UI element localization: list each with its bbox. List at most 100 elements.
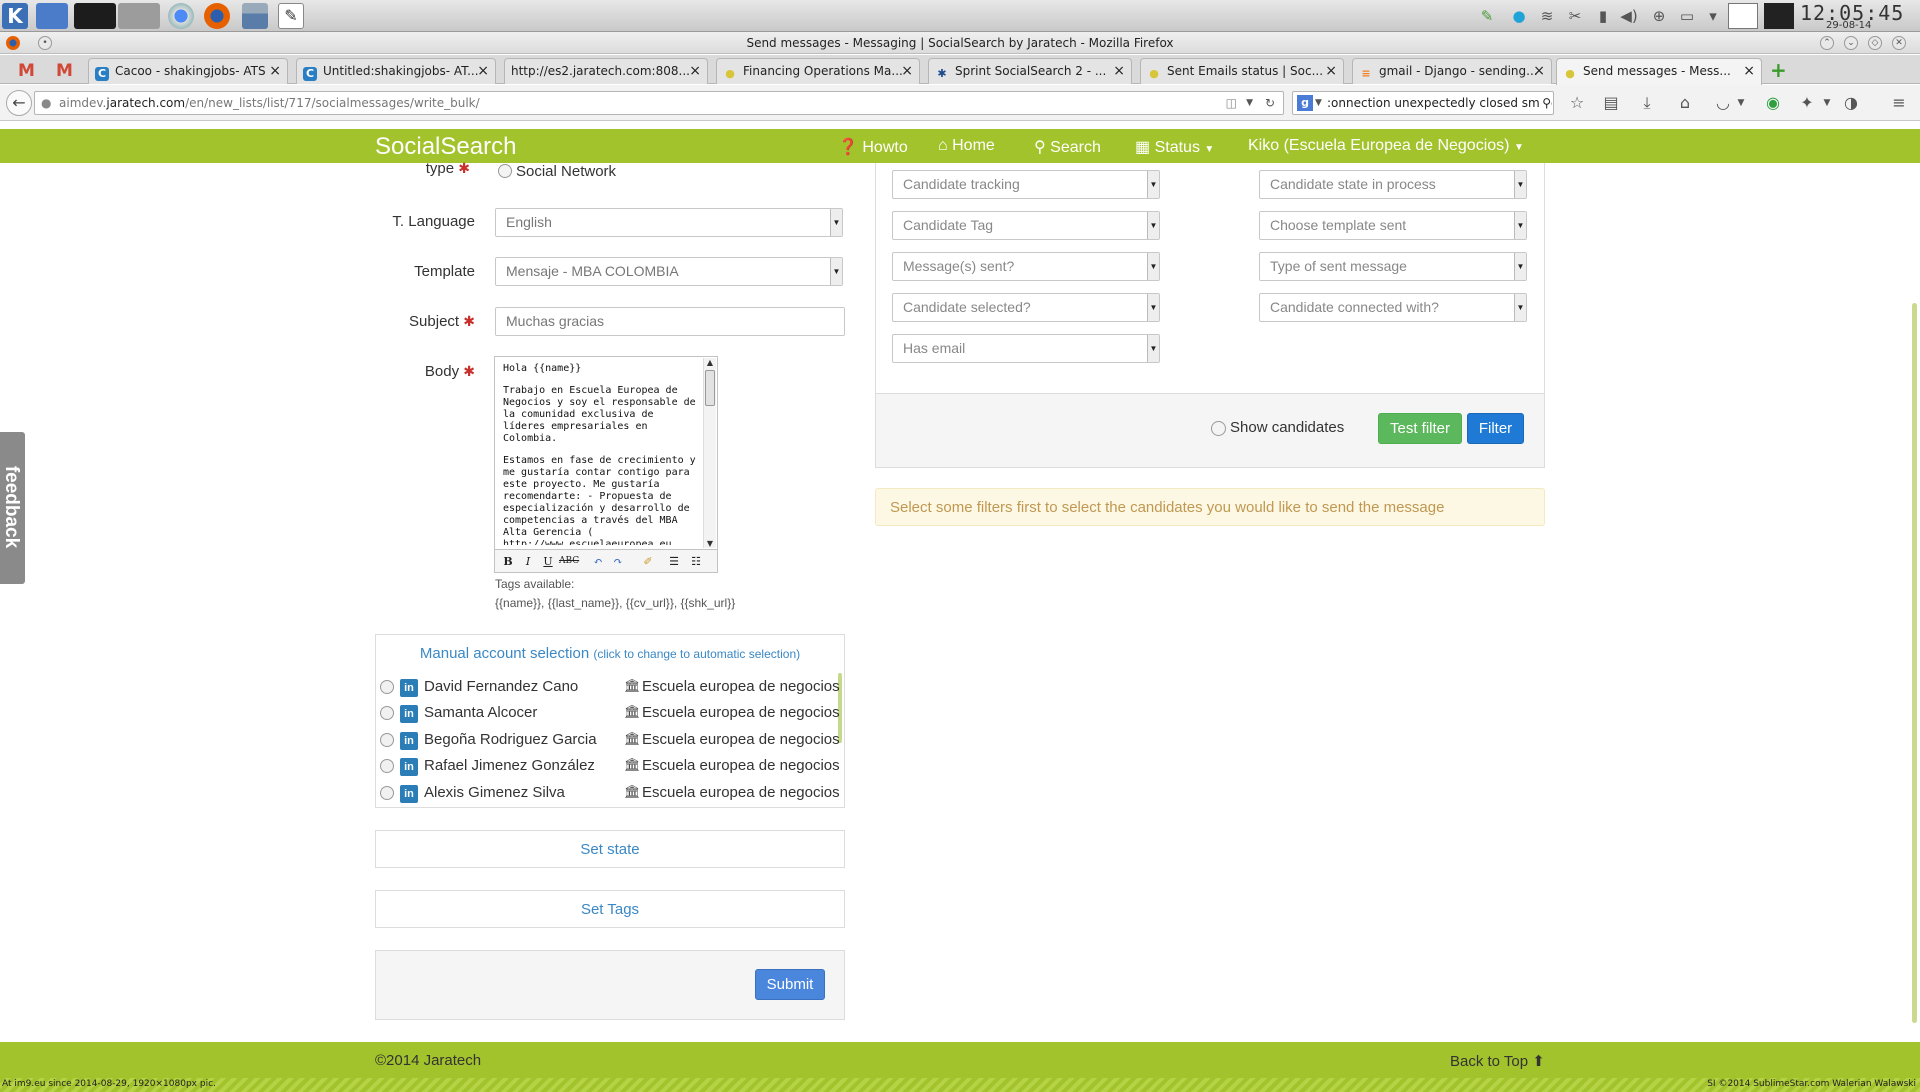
gmail-pinned-tab-2[interactable]: M: [56, 61, 73, 81]
desktop-icon[interactable]: [36, 3, 68, 29]
skype-icon[interactable]: ●: [1510, 7, 1528, 25]
account-checkbox[interactable]: [380, 786, 394, 800]
messages-sent-select[interactable]: Message(s) sent? ▼: [892, 252, 1160, 281]
account-checkbox[interactable]: [380, 733, 394, 747]
template-select[interactable]: Mensaje - MBA COLOMBIA ▼: [495, 257, 843, 286]
account-checkbox[interactable]: [380, 759, 394, 773]
reader-icon[interactable]: ◫: [1226, 92, 1237, 114]
downloads-icon[interactable]: ⤓: [1636, 93, 1658, 113]
body-textarea[interactable]: Hola {{name}} Trabajo en Escuela Europea…: [503, 363, 699, 545]
clear-format-icon[interactable]: ✐: [639, 553, 657, 570]
candidate-selected-select[interactable]: Candidate selected? ▼: [892, 293, 1160, 322]
chromium-icon[interactable]: [168, 3, 194, 29]
search-bar[interactable]: g ▼ :onnection unexpectedly closed smtp …: [1292, 91, 1554, 115]
underline-icon[interactable]: U: [539, 553, 557, 570]
sent-message-type-select[interactable]: Type of sent message ▼: [1259, 252, 1527, 281]
scroll-thumb[interactable]: [705, 370, 715, 406]
gmail-pinned-tab-1[interactable]: M: [18, 61, 35, 81]
set-state-panel[interactable]: Set state: [375, 830, 845, 868]
clipboard-icon[interactable]: ✂: [1566, 7, 1584, 25]
pen-icon[interactable]: ✎: [1478, 7, 1496, 25]
tab-close-icon[interactable]: ×: [269, 59, 281, 83]
nav-status[interactable]: ▦ Status ▼: [1135, 137, 1214, 157]
template-sent-select[interactable]: Choose template sent ▼: [1259, 211, 1527, 240]
page-scrollbar[interactable]: [1908, 163, 1920, 1041]
candidate-connected-select[interactable]: Candidate connected with? ▼: [1259, 293, 1527, 322]
tab-close-icon[interactable]: ×: [689, 59, 701, 83]
tab-close-icon[interactable]: ×: [1533, 59, 1545, 83]
type-social-network-radio[interactable]: [498, 164, 512, 178]
bold-icon[interactable]: B: [499, 553, 517, 570]
menu-icon[interactable]: ≡: [1888, 93, 1910, 113]
url-bar[interactable]: ● aimdev.jaratech.com/en/new_lists/list/…: [34, 91, 1284, 115]
account-checkbox[interactable]: [380, 680, 394, 694]
addon-green-icon[interactable]: ◉: [1762, 93, 1784, 113]
nav-user-menu[interactable]: Kiko (Escuela Europea de Negocios) ▼: [1248, 137, 1524, 155]
url-dropdown-icon[interactable]: ▼: [1246, 92, 1253, 114]
nav-search[interactable]: ⚲ Search: [1034, 137, 1101, 157]
search-engine-dropdown-icon[interactable]: ▼: [1315, 92, 1322, 114]
account-row[interactable]: in Rafael Jimenez González 🏛 Escuela eur…: [380, 755, 840, 779]
window-maximize-button[interactable]: ◇: [1868, 36, 1882, 50]
addon-gray-icon[interactable]: ✦: [1796, 93, 1818, 113]
bullet-list-icon[interactable]: ☰: [665, 553, 683, 570]
page-scroll-thumb[interactable]: [1912, 303, 1917, 1023]
tab-close-icon[interactable]: ×: [477, 59, 489, 83]
candidate-state-select[interactable]: Candidate state in process ▼: [1259, 170, 1527, 199]
filter-button[interactable]: Filter: [1467, 413, 1524, 444]
candidate-tag-select[interactable]: Candidate Tag ▼: [892, 211, 1160, 240]
numbered-list-icon[interactable]: ☷: [687, 553, 705, 570]
tab-es2[interactable]: http://es2.jaratech.com:808... ×: [504, 58, 708, 84]
file-manager-icon[interactable]: [242, 3, 268, 29]
nav-home[interactable]: ⌂ Home: [938, 137, 995, 155]
body-scrollbar[interactable]: ▲ ▼: [703, 358, 716, 548]
tab-sprint[interactable]: ✱ Sprint SocialSearch 2 - ... ×: [928, 58, 1132, 84]
firefox-icon[interactable]: [204, 3, 230, 29]
tab-cacoo[interactable]: C Cacoo - shakingjobs- ATS ×: [88, 58, 288, 84]
body-editor[interactable]: Hola {{name}} Trabajo en Escuela Europea…: [494, 356, 718, 550]
bookmark-star-icon[interactable]: ☆: [1566, 93, 1588, 113]
kde-menu-icon[interactable]: K: [2, 3, 28, 29]
phone-icon[interactable]: ▮: [1594, 7, 1612, 25]
show-candidates-checkbox[interactable]: [1211, 421, 1226, 436]
tab-close-icon[interactable]: ×: [1743, 59, 1755, 83]
tab-close-icon[interactable]: ×: [901, 59, 913, 83]
tab-send-messages[interactable]: ● Send messages - Mess... ×: [1556, 58, 1762, 85]
strikethrough-icon[interactable]: ABC: [559, 553, 579, 570]
language-select[interactable]: English ▼: [495, 208, 843, 237]
account-row[interactable]: in David Fernandez Cano 🏛 Escuela europe…: [380, 676, 840, 700]
addon-dropdown-icon[interactable]: ▼: [1816, 93, 1838, 113]
network-icon[interactable]: ⊕: [1650, 7, 1668, 25]
pager-desktop-2-icon[interactable]: [118, 3, 160, 29]
nav-howto[interactable]: ❓ Howto: [838, 137, 908, 157]
window-minimize-button[interactable]: ⌄: [1844, 36, 1858, 50]
tab-gmail-django[interactable]: ≡ gmail - Django - sending... ×: [1352, 58, 1552, 84]
tray-expand-icon[interactable]: ▾: [1704, 7, 1722, 25]
pocket-dropdown-icon[interactable]: ▼: [1730, 93, 1752, 113]
display-icon[interactable]: ▭: [1678, 7, 1696, 25]
text-editor-icon[interactable]: ✎: [278, 3, 304, 29]
system-monitor-icon[interactable]: [1764, 3, 1794, 29]
search-input[interactable]: :onnection unexpectedly closed smtp: [1327, 96, 1552, 110]
window-shade-button[interactable]: ⌃: [1820, 36, 1834, 50]
brand-logo[interactable]: SocialSearch: [375, 133, 516, 161]
has-email-select[interactable]: Has email ▼: [892, 334, 1160, 363]
notes-icon[interactable]: [1728, 3, 1758, 29]
set-tags-panel[interactable]: Set Tags: [375, 890, 845, 928]
subject-input[interactable]: Muchas gracias: [495, 307, 845, 336]
tab-untitled-cacoo[interactable]: C Untitled:shakingjobs- AT... ×: [296, 58, 496, 84]
window-close-button[interactable]: ✕: [1892, 36, 1906, 50]
account-checkbox[interactable]: [380, 706, 394, 720]
account-selection-header[interactable]: Manual account selection (click to chang…: [376, 645, 844, 662]
feedback-tab[interactable]: feedback: [0, 432, 25, 584]
back-to-top-link[interactable]: Back to Top ⬆: [1450, 1052, 1545, 1070]
page-info-icon[interactable]: ●: [41, 92, 51, 114]
binoculars-icon[interactable]: ⚲: [1540, 92, 1551, 114]
addon-extra-icon[interactable]: ◑: [1840, 93, 1862, 113]
scroll-down-icon[interactable]: ▼: [704, 539, 716, 548]
back-button[interactable]: ←: [6, 90, 32, 116]
tab-financing[interactable]: ● Financing Operations Ma... ×: [716, 58, 920, 84]
account-row[interactable]: in Samanta Alcocer 🏛 Escuela europea de …: [380, 702, 840, 726]
dropbox-icon[interactable]: ≋: [1538, 7, 1556, 25]
account-row[interactable]: in Alexis Gimenez Silva 🏛 Escuela europe…: [380, 782, 840, 806]
